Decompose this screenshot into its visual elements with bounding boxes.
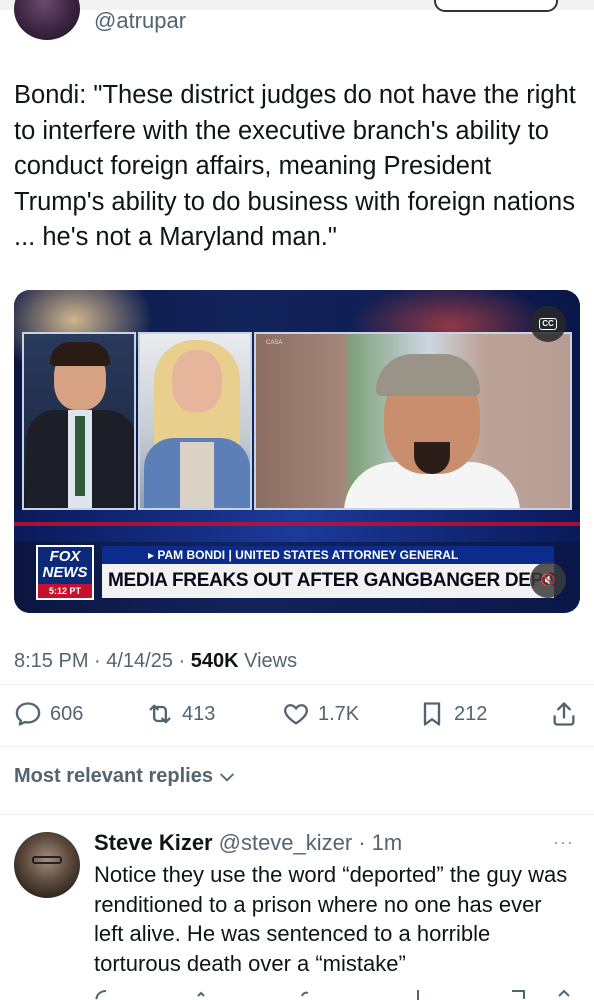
chevron-down-icon xyxy=(220,773,234,781)
share-icon[interactable] xyxy=(552,988,576,1000)
logo-time: 5:12 PT xyxy=(38,584,92,598)
video-panel-photo: CASA xyxy=(254,332,572,510)
divider xyxy=(0,684,594,685)
photo-cap xyxy=(376,354,480,396)
glasses-icon xyxy=(32,856,62,864)
reply-time: · 1m xyxy=(358,830,403,855)
tweet-actions: 606 413 1.7K 212 xyxy=(14,700,580,732)
lower-third-label: ▸ PAM BONDI | UNITED STATES ATTORNEY GEN… xyxy=(102,546,554,564)
repost-button[interactable]: 413 xyxy=(146,700,215,728)
logo-news-text: NEWS xyxy=(42,564,88,581)
bookmark-count: 212 xyxy=(454,702,488,725)
repost-icon[interactable] xyxy=(194,988,218,1000)
reply-icon[interactable] xyxy=(94,988,118,1000)
heart-icon xyxy=(284,704,308,725)
reply-icon xyxy=(15,702,41,726)
bookmark-button[interactable]: 212 xyxy=(418,700,487,728)
author-avatar[interactable] xyxy=(14,0,80,40)
closed-captions-button[interactable]: CC xyxy=(530,306,566,342)
top-status-strip xyxy=(0,0,594,12)
reply-count: 606 xyxy=(50,702,84,725)
fox-news-logo: FOX NEWS 5:12 PT xyxy=(36,545,94,600)
views-count: 540K xyxy=(190,650,239,672)
follow-button-edge[interactable] xyxy=(434,0,558,12)
bookmark-icon xyxy=(423,702,441,726)
logo-fox-text: FOX xyxy=(49,548,81,565)
views-label: Views xyxy=(238,650,298,672)
sort-replies-dropdown[interactable]: Most relevant replies xyxy=(14,765,237,788)
video-panel-host xyxy=(22,332,136,510)
reply-author-name[interactable]: Steve Kizer xyxy=(94,830,213,856)
tweet-timestamp[interactable]: 8:15 PM · 4/14/25 · xyxy=(14,650,191,672)
repost-count: 413 xyxy=(182,702,216,725)
casa-label: CASA xyxy=(266,340,283,346)
like-button[interactable]: 1.7K xyxy=(282,700,359,728)
share-button[interactable] xyxy=(550,700,578,728)
mute-button[interactable]: 🔇 xyxy=(530,562,566,598)
graphic-stripe-red xyxy=(14,522,580,526)
like-count: 1.7K xyxy=(318,702,360,725)
divider xyxy=(0,814,594,815)
cc-icon: CC xyxy=(539,318,557,330)
reply-avatar[interactable] xyxy=(14,832,80,898)
speaker-muted-icon: 🔇 xyxy=(540,573,556,587)
reply-header: Steve Kizer @steve_kizer · 1m xyxy=(94,830,402,856)
lower-third-headline: MEDIA FREAKS OUT AFTER GANGBANGER DEPORT… xyxy=(102,564,554,598)
share-icon xyxy=(553,702,575,726)
reply-actions xyxy=(94,988,574,1000)
graphic-stripe xyxy=(14,510,580,542)
more-options-icon[interactable]: ··· xyxy=(553,832,574,853)
video-panel-guest xyxy=(138,332,252,510)
divider xyxy=(0,746,594,747)
bookmark-icon[interactable] xyxy=(506,988,530,1000)
tweet-text: Bondi: "These district judges do not hav… xyxy=(14,81,576,251)
reply-author-handle[interactable]: @steve_kizer xyxy=(219,830,353,856)
guest-head xyxy=(172,350,222,412)
tweet-video[interactable]: CASA CC FOX NEWS 5:12 PT ▸ PAM BONDI | U… xyxy=(14,290,580,613)
author-handle[interactable]: @atrupar xyxy=(94,8,186,34)
reply-button[interactable]: 606 xyxy=(14,700,83,728)
sort-replies-label: Most relevant replies xyxy=(14,765,213,787)
views-icon[interactable] xyxy=(406,988,430,1000)
repost-icon xyxy=(149,704,171,724)
heart-icon[interactable] xyxy=(299,988,323,1000)
reply-text: Notice they use the word “deported” the … xyxy=(94,862,568,976)
host-tie xyxy=(75,416,85,496)
host-hair xyxy=(50,342,110,366)
guest-top xyxy=(180,442,214,508)
tweet-meta: 8:15 PM · 4/14/25 · 540K Views xyxy=(14,650,297,673)
